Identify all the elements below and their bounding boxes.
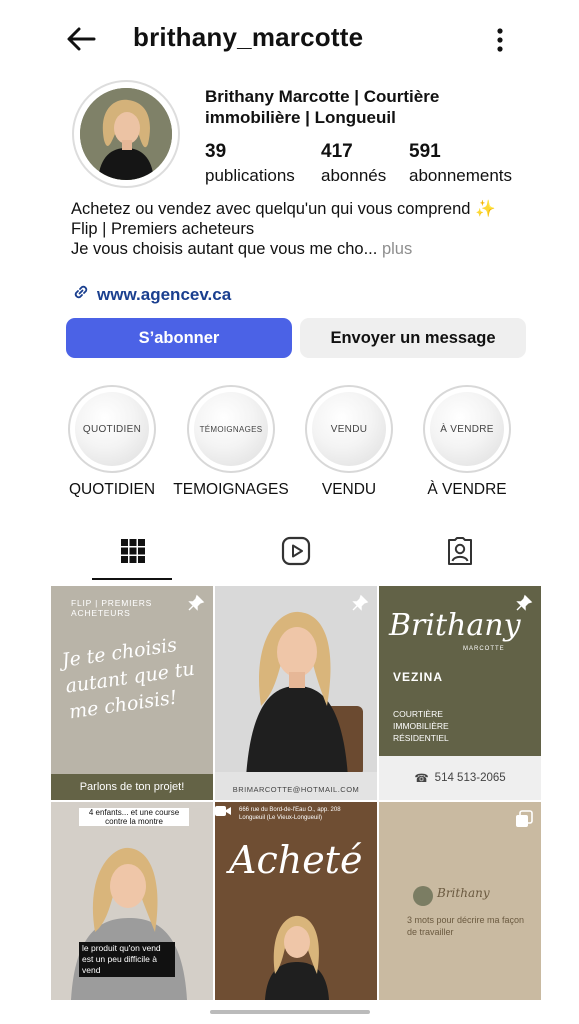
avatar-photo xyxy=(80,88,172,180)
portrait-photo xyxy=(215,586,377,800)
post-script-text: Je te choisis autant que tu me choisis! xyxy=(60,633,196,724)
pin-icon xyxy=(187,594,205,612)
highlight-ring: VENDU xyxy=(305,385,393,473)
post-brand: VEZINA xyxy=(393,670,444,684)
post-address: 666 rue du Bord-de-l'Eau O., app. 208 Lo… xyxy=(239,807,341,821)
highlight-cover-text: VENDU xyxy=(312,392,386,466)
highlight-cover-text: QUOTIDIEN xyxy=(75,392,149,466)
tab-grid[interactable] xyxy=(113,533,153,573)
stat-label: publications xyxy=(205,166,295,185)
reel-caption-top: 4 enfants... et une course contre la mon… xyxy=(79,808,189,826)
bio-line: Je vous choisis autant que vous me cho..… xyxy=(71,240,378,258)
posts-grid: FLIP | PREMIERS ACHETEURS Je te choisis … xyxy=(51,586,541,1000)
highlight-label: À VENDRE xyxy=(427,481,507,498)
post-script-name: Brithany xyxy=(389,608,521,643)
active-tab-indicator xyxy=(92,578,172,580)
highlight-ring: QUOTIDIEN xyxy=(68,385,156,473)
stat-publications[interactable]: 39 publications xyxy=(205,141,295,189)
profile-display-name: Brithany Marcotte | Courtière immobilièr… xyxy=(205,87,440,127)
profile-bio: Achetez ou vendez avec quelqu'un qui vou… xyxy=(71,199,521,259)
stat-followers[interactable]: 417 abonnés xyxy=(321,141,386,189)
reels-icon xyxy=(281,536,311,571)
achete-photo xyxy=(265,915,329,1000)
post-signature: Brithany xyxy=(437,886,490,900)
stat-following[interactable]: 591 abonnements xyxy=(409,141,512,189)
tab-reels[interactable] xyxy=(276,533,316,573)
post-footer: Parlons de ton projet! xyxy=(51,774,213,800)
camera-icon xyxy=(215,804,231,816)
profile-avatar[interactable] xyxy=(72,80,180,188)
highlight-label: TEMOIGNAGES xyxy=(173,481,289,498)
highlight-ring: À VENDRE xyxy=(423,385,511,473)
post-flip[interactable]: FLIP | PREMIERS ACHETEURS Je te choisis … xyxy=(51,586,213,800)
stat-label: abonnés xyxy=(321,166,387,185)
post-title-block: COURTIÈRE IMMOBILIÈRE RÉSIDENTIEL xyxy=(393,708,449,744)
highlight-label: VENDU xyxy=(321,481,377,498)
website-url: www.agencev.ca xyxy=(97,284,232,304)
home-indicator xyxy=(210,1010,370,1014)
bio-line: Flip | Premiers acheteurs xyxy=(71,220,255,238)
post-title-line: COURTIÈRE xyxy=(393,709,443,719)
highlight-label: QUOTIDIEN xyxy=(68,481,156,498)
post-script-achete: Acheté xyxy=(229,838,363,882)
stat-value: 591 xyxy=(409,141,441,162)
pin-icon xyxy=(351,594,369,612)
post-3-mots[interactable]: Brithany 3 mots pour décrire ma façon de… xyxy=(379,802,541,1000)
carousel-icon xyxy=(515,810,533,828)
highlight-a-vendre[interactable]: À VENDRE À VENDRE xyxy=(421,385,513,499)
highlight-cover-text: TÉMOIGNAGES xyxy=(194,392,268,466)
post-title-line: RÉSIDENTIEL xyxy=(393,733,449,743)
highlight-temoignages[interactable]: TÉMOIGNAGES TEMOIGNAGES xyxy=(173,385,289,499)
message-button[interactable]: Envoyer un message xyxy=(300,318,526,358)
highlight-vendu[interactable]: VENDU VENDU xyxy=(303,385,395,499)
post-sub-name: MARCOTTE xyxy=(463,646,505,652)
tab-tagged[interactable] xyxy=(440,533,480,573)
stat-value: 417 xyxy=(321,141,353,162)
highlight-ring: TÉMOIGNAGES xyxy=(187,385,275,473)
post-title-line: IMMOBILIÈRE xyxy=(393,721,449,731)
bio-line: Achetez ou vendez avec quelqu'un qui vou… xyxy=(71,200,496,218)
post-email: BRIMARCOTTE@HOTMAIL.COM xyxy=(232,785,360,794)
bio-more-link[interactable]: plus xyxy=(382,240,412,258)
post-phone: 514 513-2065 xyxy=(434,772,506,784)
follow-button[interactable]: S’abonner xyxy=(66,318,292,358)
profile-username: brithany_marcotte xyxy=(133,22,364,52)
highlight-cover-text: À VENDRE xyxy=(430,392,504,466)
post-branding[interactable]: Brithany MARCOTTE VEZINA COURTIÈRE IMMOB… xyxy=(379,586,541,800)
link-icon xyxy=(71,282,91,307)
highlight-quotidien[interactable]: QUOTIDIEN QUOTIDIEN xyxy=(66,385,158,499)
tagged-person-icon xyxy=(445,536,475,571)
stat-value: 39 xyxy=(205,141,227,162)
mini-avatar xyxy=(413,886,433,906)
grid-icon xyxy=(120,538,146,569)
post-reel-enfants[interactable]: 4 enfants... et une course contre la mon… xyxy=(51,802,213,1000)
post-achete[interactable]: 666 rue du Bord-de-l'Eau O., app. 208 Lo… xyxy=(215,802,377,1000)
profile-website-link[interactable]: www.agencev.ca xyxy=(71,282,231,307)
phone-icon: ☎ xyxy=(414,773,429,785)
post-portrait[interactable]: BRIMARCOTTE@HOTMAIL.COM xyxy=(215,586,377,800)
post-phone-bar: ☎ 514 513-2065 xyxy=(379,756,541,800)
post-text: 3 mots pour décrire ma façon de travaill… xyxy=(407,915,525,937)
more-options-icon[interactable] xyxy=(490,26,510,56)
back-arrow-icon[interactable] xyxy=(64,22,98,56)
pin-icon xyxy=(515,594,533,612)
reel-caption-bottom: le produit qu'on vend est un peu diffici… xyxy=(79,942,175,977)
stat-label: abonnements xyxy=(409,166,513,185)
